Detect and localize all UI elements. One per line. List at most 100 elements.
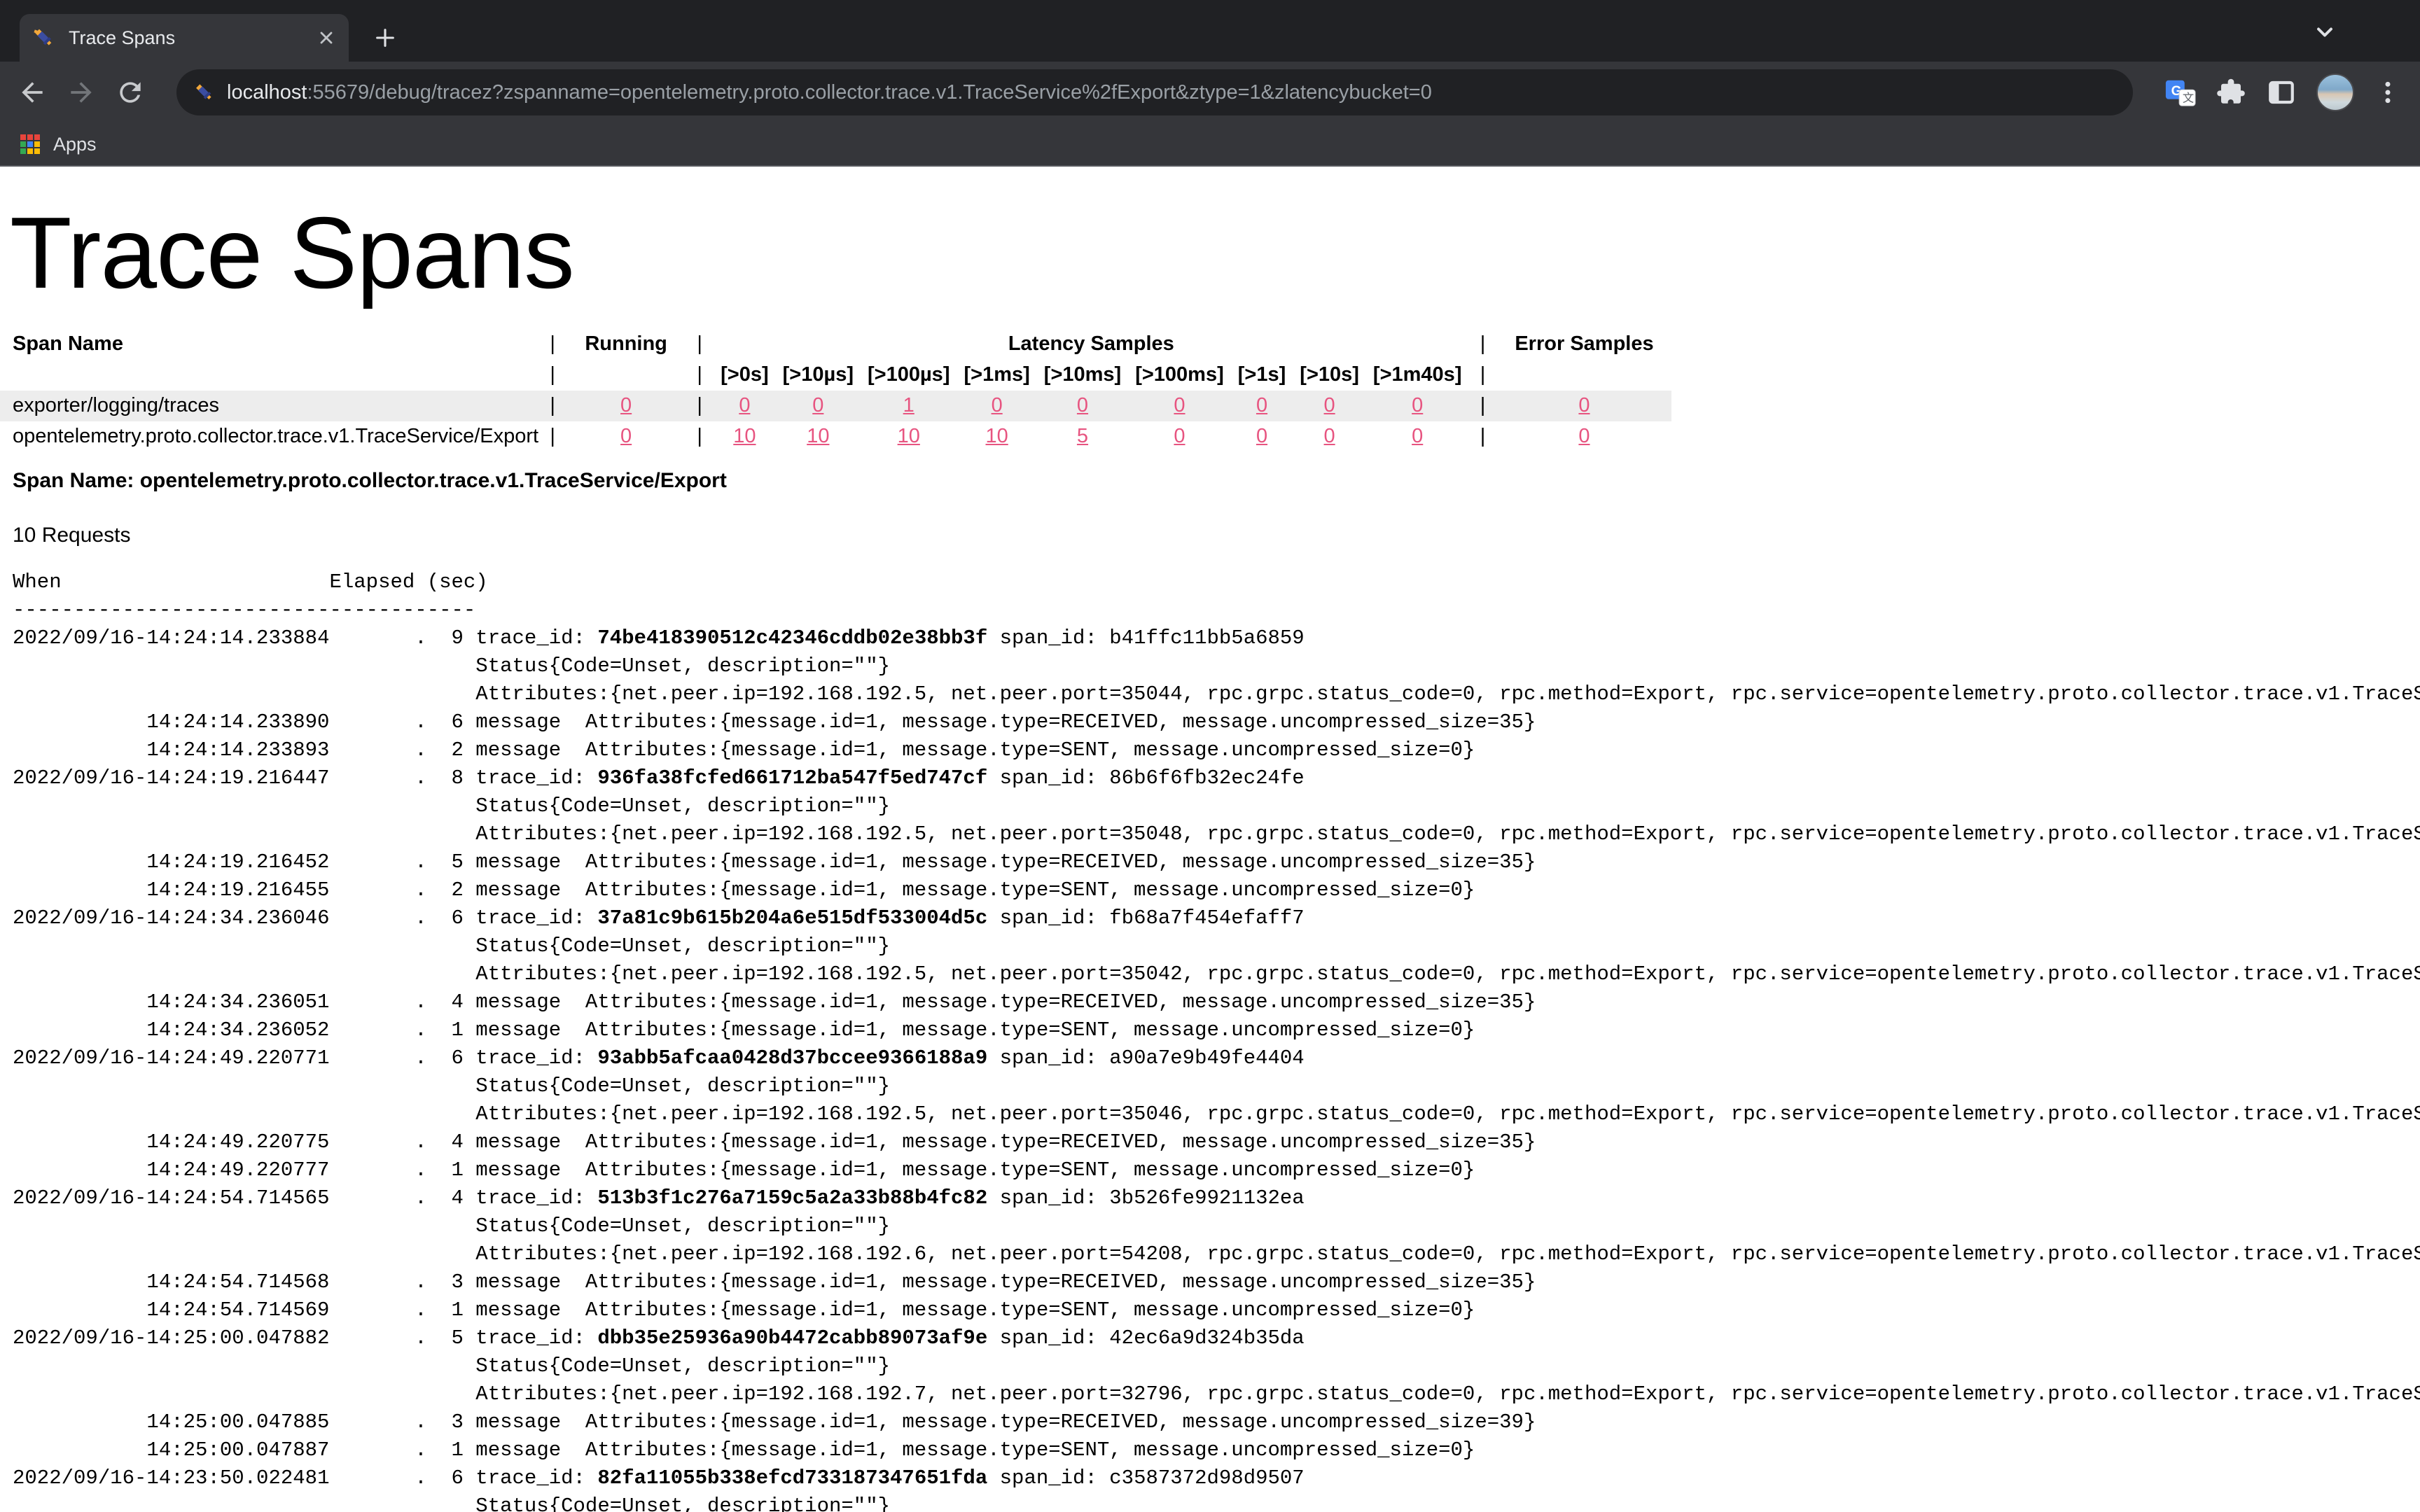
- trace-start-line: 2022/09/16-14:25:00.047882 . 5 trace_id:…: [13, 1324, 2420, 1352]
- profile-avatar[interactable]: [2316, 74, 2354, 111]
- trace-event-line: 14:25:00.047885 . 3 message Attributes:{…: [13, 1408, 2420, 1436]
- trace-attributes-line: Attributes:{net.peer.ip=192.168.192.7, n…: [13, 1380, 2420, 1408]
- trace-status-line: Status{Code=Unset, description=""}: [13, 1072, 2420, 1100]
- requests-count: 10 Requests: [13, 524, 2420, 547]
- log-header-line: WhenElapsed (sec): [13, 568, 2420, 596]
- url-path: :55679/debug/tracez?zspanname=openteleme…: [307, 81, 1431, 104]
- tracez-page: Trace Spans Span Name | Running | Latenc…: [0, 167, 2420, 1512]
- latency-count-link[interactable]: 10: [733, 425, 756, 447]
- latency-count-link[interactable]: 0: [1174, 425, 1185, 447]
- requests-log: WhenElapsed (sec) ----------------------…: [13, 568, 2420, 1512]
- trace-attributes-line: Attributes:{net.peer.ip=192.168.192.5, n…: [13, 680, 2420, 708]
- trace-id: 74be418390512c42346cddb02e38bb3f: [597, 626, 987, 650]
- span-name-cell: opentelemetry.proto.collector.trace.v1.T…: [0, 421, 538, 452]
- latency-count-link[interactable]: 10: [898, 425, 920, 447]
- latency-bucket-label: [>1m40s]: [1366, 360, 1469, 391]
- tab-close-icon[interactable]: [317, 28, 336, 48]
- trace-id: 93abb5afcaa0428d37bccee9366188a9: [597, 1046, 987, 1070]
- when-label: When: [13, 568, 329, 596]
- trace-status-line: Status{Code=Unset, description=""}: [13, 932, 2420, 960]
- separator: |: [686, 360, 714, 391]
- new-tab-button[interactable]: [366, 18, 405, 57]
- col-error-samples: Error Samples: [1496, 329, 1671, 360]
- separator: |: [1468, 360, 1496, 391]
- running-count-link[interactable]: 0: [620, 425, 632, 447]
- zpages-telescope-favicon: [32, 27, 55, 49]
- trace-start-line: 2022/09/16-14:23:50.022481 . 6 trace_id:…: [13, 1464, 2420, 1492]
- trace-id: 936fa38fcfed661712ba547f5ed747cf: [597, 766, 987, 790]
- error-count-link[interactable]: 0: [1578, 394, 1590, 416]
- trace-start-line: 2022/09/16-14:24:49.220771 . 6 trace_id:…: [13, 1044, 2420, 1072]
- summary-row-traceservice-export: opentelemetry.proto.collector.trace.v1.T…: [0, 421, 1671, 452]
- latency-bucket-label: [>1s]: [1231, 360, 1293, 391]
- trace-event-line: 14:24:19.216452 . 5 message Attributes:{…: [13, 848, 2420, 876]
- trace-id: 513b3f1c276a7159c5a2a33b88b4fc82: [597, 1186, 987, 1210]
- tab-search-chevron-icon[interactable]: [2309, 17, 2340, 48]
- trace-status-line: Status{Code=Unset, description=""}: [13, 792, 2420, 820]
- trace-status-line: Status{Code=Unset, description=""}: [13, 1492, 2420, 1512]
- separator: |: [538, 391, 566, 421]
- latency-count-link[interactable]: 0: [992, 394, 1003, 416]
- bookmark-apps-label[interactable]: Apps: [53, 134, 97, 155]
- forward-icon[interactable]: [64, 76, 98, 109]
- tab-title: Trace Spans: [69, 27, 317, 49]
- latency-count-link[interactable]: 0: [1256, 425, 1267, 447]
- separator: |: [538, 421, 566, 452]
- latency-count-link[interactable]: 0: [1256, 394, 1267, 416]
- latency-count-link[interactable]: 10: [986, 425, 1008, 447]
- trace-id: 37a81c9b615b204a6e515df533004d5c: [597, 906, 987, 930]
- running-count-link[interactable]: 0: [620, 394, 632, 416]
- trace-attributes-line: Attributes:{net.peer.ip=192.168.192.5, n…: [13, 960, 2420, 988]
- latency-count-link[interactable]: 5: [1077, 425, 1088, 447]
- trace-status-line: Status{Code=Unset, description=""}: [13, 652, 2420, 680]
- browser-window: Trace Spans: [0, 0, 2420, 1512]
- trace-attributes-line: Attributes:{net.peer.ip=192.168.192.6, n…: [13, 1240, 2420, 1268]
- tab-strip: Trace Spans: [0, 0, 2420, 62]
- trace-start-line: 2022/09/16-14:24:14.233884 . 9 trace_id:…: [13, 624, 2420, 652]
- col-running: Running: [566, 329, 686, 360]
- latency-count-link[interactable]: 0: [812, 394, 823, 416]
- back-icon[interactable]: [15, 76, 49, 109]
- trace-start-line: 2022/09/16-14:24:34.236046 . 6 trace_id:…: [13, 904, 2420, 932]
- trace-start-line: 2022/09/16-14:24:54.714565 . 4 trace_id:…: [13, 1184, 2420, 1212]
- reload-icon[interactable]: [113, 76, 147, 109]
- menu-dots-icon[interactable]: [2371, 76, 2405, 109]
- site-telescope-icon: [193, 82, 214, 103]
- latency-count-link[interactable]: 0: [1412, 394, 1423, 416]
- latency-count-link[interactable]: 0: [1324, 394, 1335, 416]
- side-panel-icon[interactable]: [2265, 76, 2298, 109]
- trace-attributes-line: Attributes:{net.peer.ip=192.168.192.5, n…: [13, 1100, 2420, 1128]
- col-latency-samples: Latency Samples: [714, 329, 1468, 360]
- separator: |: [538, 360, 566, 391]
- latency-summary-table: Span Name | Running | Latency Samples | …: [0, 329, 1671, 452]
- latency-count-link[interactable]: 0: [1174, 394, 1185, 416]
- separator: |: [538, 329, 566, 360]
- latency-count-link[interactable]: 1: [903, 394, 915, 416]
- latency-count-link[interactable]: 10: [807, 425, 829, 447]
- latency-count-link[interactable]: 0: [1324, 425, 1335, 447]
- bookmarks-bar: Apps: [0, 123, 2420, 167]
- log-divider: --------------------------------------: [13, 596, 2420, 624]
- latency-count-link[interactable]: 0: [1077, 394, 1088, 416]
- trace-event-line: 14:24:14.233893 . 2 message Attributes:{…: [13, 736, 2420, 764]
- trace-status-line: Status{Code=Unset, description=""}: [13, 1352, 2420, 1380]
- tab-trace-spans[interactable]: Trace Spans: [20, 14, 349, 62]
- summary-header-row: Span Name | Running | Latency Samples | …: [0, 329, 1671, 360]
- col-span-name: Span Name: [0, 329, 538, 360]
- separator: |: [686, 391, 714, 421]
- extensions-puzzle-icon[interactable]: [2214, 76, 2248, 109]
- trace-start-line: 2022/09/16-14:24:19.216447 . 8 trace_id:…: [13, 764, 2420, 792]
- latency-bucket-label: [>10s]: [1293, 360, 1366, 391]
- address-bar[interactable]: localhost:55679/debug/tracez?zspanname=o…: [176, 69, 2133, 115]
- trace-event-line: 14:24:34.236052 . 1 message Attributes:{…: [13, 1016, 2420, 1044]
- trace-event-line: 14:25:00.047887 . 1 message Attributes:{…: [13, 1436, 2420, 1464]
- page-title: Trace Spans: [10, 197, 2420, 309]
- error-count-link[interactable]: 0: [1578, 425, 1590, 447]
- summary-row-exporter-logging-traces: exporter/logging/traces | 0 | 0 0 1 0 0 …: [0, 391, 1671, 421]
- latency-count-link[interactable]: 0: [1412, 425, 1423, 447]
- translate-icon[interactable]: G 文: [2164, 76, 2197, 109]
- latency-count-link[interactable]: 0: [739, 394, 750, 416]
- separator: |: [1468, 421, 1496, 452]
- separator: |: [686, 329, 714, 360]
- apps-grid-icon[interactable]: [20, 134, 41, 155]
